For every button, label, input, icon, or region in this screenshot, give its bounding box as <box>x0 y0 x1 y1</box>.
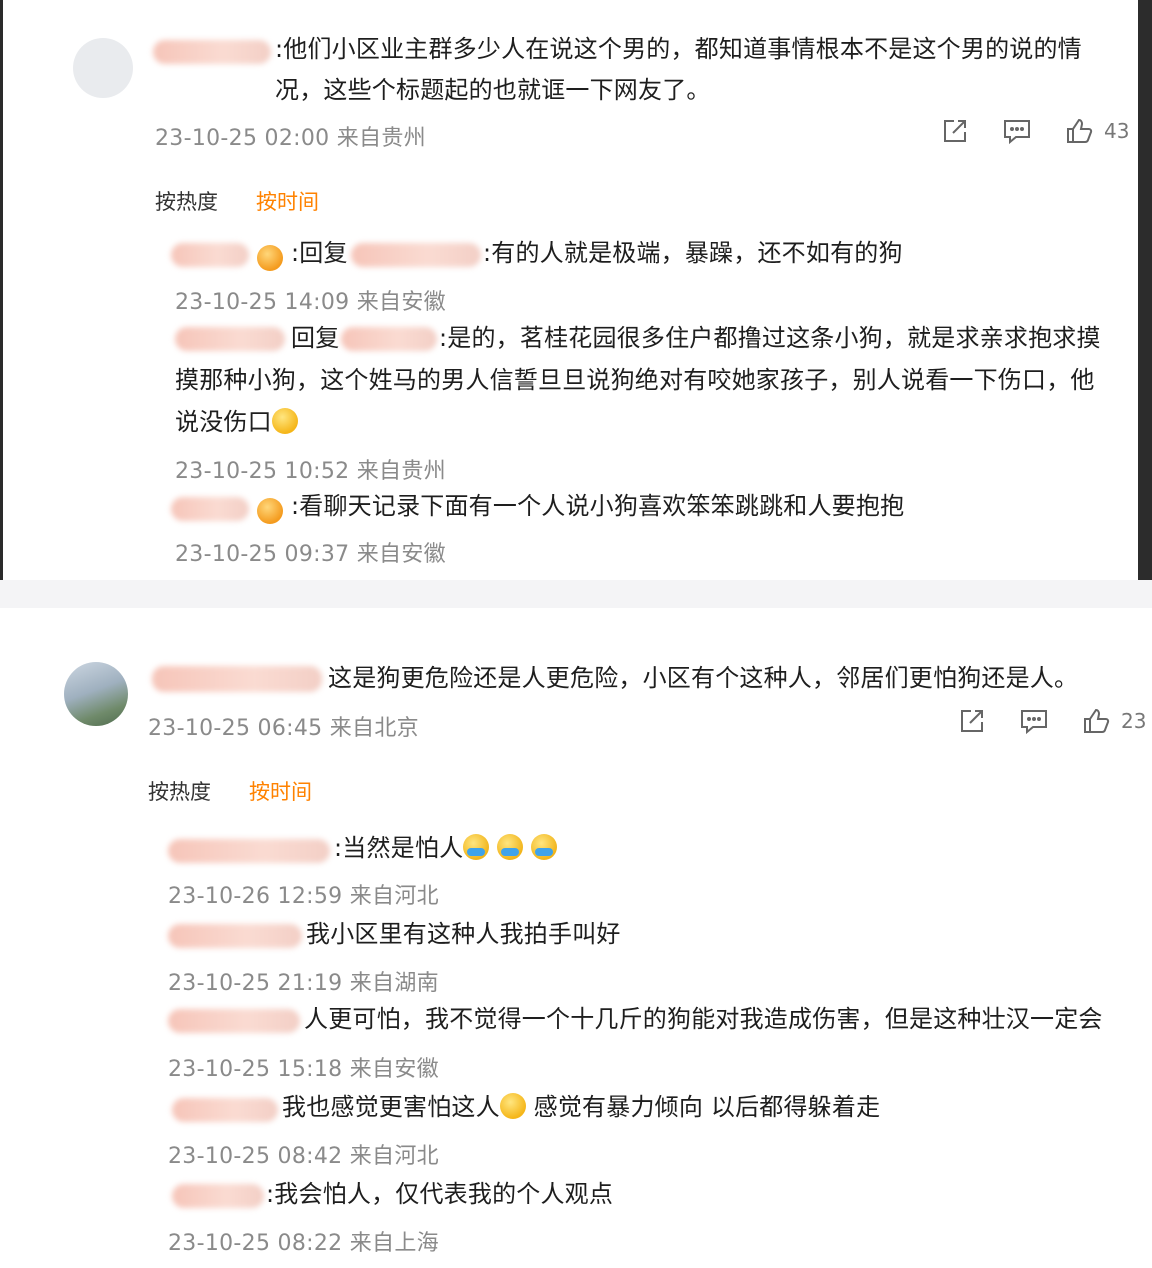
sort-by-hot[interactable]: 按热度 <box>148 780 211 804</box>
share-icon <box>944 120 966 142</box>
comment-text: :他们小区业主群多少人在说这个男的，都知道事情根本不是这个男的说的情况，这些个标… <box>275 35 1082 104</box>
thinking-emoji-icon <box>499 1093 526 1119</box>
avatar[interactable] <box>64 662 128 726</box>
cry-laugh-emoji-icon <box>463 834 490 860</box>
like-button[interactable]: 23 <box>1081 706 1146 736</box>
comment-thread-1: :他们小区业主群多少人在说这个男的，都知道事情根本不是这个男的说的情况，这些个标… <box>0 0 1152 580</box>
sort-tabs: 按热度 按时间 <box>155 186 319 216</box>
reply-username-blurred[interactable] <box>168 1009 300 1033</box>
sort-by-hot[interactable]: 按热度 <box>155 190 218 214</box>
reply-username-blurred[interactable] <box>171 497 249 521</box>
reply-text: 我也感觉更害怕这人 感觉有暴力倾向 以后都得躲着走 <box>282 1093 881 1121</box>
reply-username-blurred[interactable] <box>168 839 330 863</box>
reply-username-blurred[interactable] <box>171 243 249 267</box>
share-button[interactable] <box>957 706 987 736</box>
sort-by-time[interactable]: 按时间 <box>256 190 319 214</box>
reply-username-blurred[interactable] <box>168 924 302 948</box>
reply-text-cont: :是的，茗桂花园很多住户都撸过这条小狗，就是求亲求抱求摸 <box>439 324 1101 352</box>
comment-icon <box>1021 710 1047 735</box>
comment-actions: 43 <box>908 116 1129 146</box>
reply-meta: 23-10-25 08:42 来自河北 <box>168 1144 439 1169</box>
mention-blurred[interactable] <box>351 243 481 267</box>
comment-text: 这是狗更危险还是人更危险，小区有个这种人，邻居们更怕狗还是人。 <box>328 664 1079 692</box>
comment-button[interactable] <box>1002 116 1032 146</box>
smirk-emoji-icon <box>271 408 298 434</box>
like-icon <box>1084 708 1110 733</box>
cry-laugh-emoji-icon <box>530 834 557 860</box>
sort-tabs: 按热度 按时间 <box>148 776 312 806</box>
reply-meta: 23-10-25 08:22 来自上海 <box>168 1231 439 1256</box>
reply-meta: 23-10-25 15:18 来自安徽 <box>168 1057 439 1082</box>
reply-text: :看聊天记录下面有一个人说小狗喜欢笨笨跳跳和人要抱抱 <box>291 492 905 520</box>
comment-button[interactable] <box>1019 706 1049 736</box>
avatar[interactable] <box>73 38 133 98</box>
reply-text: 人更可怕，我不觉得一个十几斤的狗能对我造成伤害，但是这种壮汉一定会 <box>304 1005 1103 1033</box>
mention-blurred[interactable] <box>341 327 437 351</box>
reply-text: :回复 <box>291 239 348 267</box>
reply-meta: 23-10-25 10:52 来自贵州 <box>175 459 446 484</box>
sort-by-time[interactable]: 按时间 <box>249 780 312 804</box>
like-icon <box>1067 118 1093 143</box>
reply-meta: 23-10-25 14:09 来自安徽 <box>175 290 446 315</box>
reply-meta: 23-10-25 21:19 来自湖南 <box>168 971 439 996</box>
crown-badge-icon <box>257 245 283 271</box>
reply-username-blurred[interactable] <box>172 1098 278 1122</box>
reply-username-blurred[interactable] <box>175 327 285 351</box>
reply-meta: 23-10-25 09:37 来自安徽 <box>175 542 446 567</box>
username-blurred[interactable] <box>152 666 322 692</box>
comment-meta: 23-10-25 06:45 来自北京 <box>148 716 419 741</box>
reply-text: :当然是怕人 <box>334 828 557 869</box>
like-count: 23 <box>1121 709 1147 733</box>
scrollbar[interactable] <box>1138 0 1152 580</box>
username-blurred[interactable] <box>153 40 271 64</box>
reply-text-line3: 说没伤口 <box>175 402 298 443</box>
share-button[interactable] <box>940 116 970 146</box>
comment-thread-2: 这是狗更危险还是人更危险，小区有个这种人，邻居们更怕狗还是人。 23-10-25… <box>0 608 1152 1268</box>
like-count: 43 <box>1104 119 1130 143</box>
reply-text: :我会怕人，仅代表我的个人观点 <box>266 1180 614 1208</box>
crown-badge-icon <box>257 498 283 524</box>
section-divider <box>0 580 1152 608</box>
comment-actions: 23 <box>925 706 1146 736</box>
reply-meta: 23-10-26 12:59 来自河北 <box>168 884 439 909</box>
share-icon <box>961 710 983 732</box>
like-button[interactable]: 43 <box>1064 116 1129 146</box>
reply-text-line2: 摸那种小狗，这个姓马的男人信誓旦旦说狗绝对有咬她家孩子，别人说看一下伤口，他 <box>175 366 1095 394</box>
cry-laugh-emoji-icon <box>497 834 524 860</box>
reply-username-blurred[interactable] <box>172 1184 264 1208</box>
reply-text: 回复 <box>291 324 340 352</box>
comment-icon <box>1004 120 1030 145</box>
reply-text: 我小区里有这种人我拍手叫好 <box>306 920 621 948</box>
comment-meta: 23-10-25 02:00 来自贵州 <box>155 126 426 151</box>
reply-text-cont: :有的人就是极端，暴躁，还不如有的狗 <box>483 239 903 267</box>
